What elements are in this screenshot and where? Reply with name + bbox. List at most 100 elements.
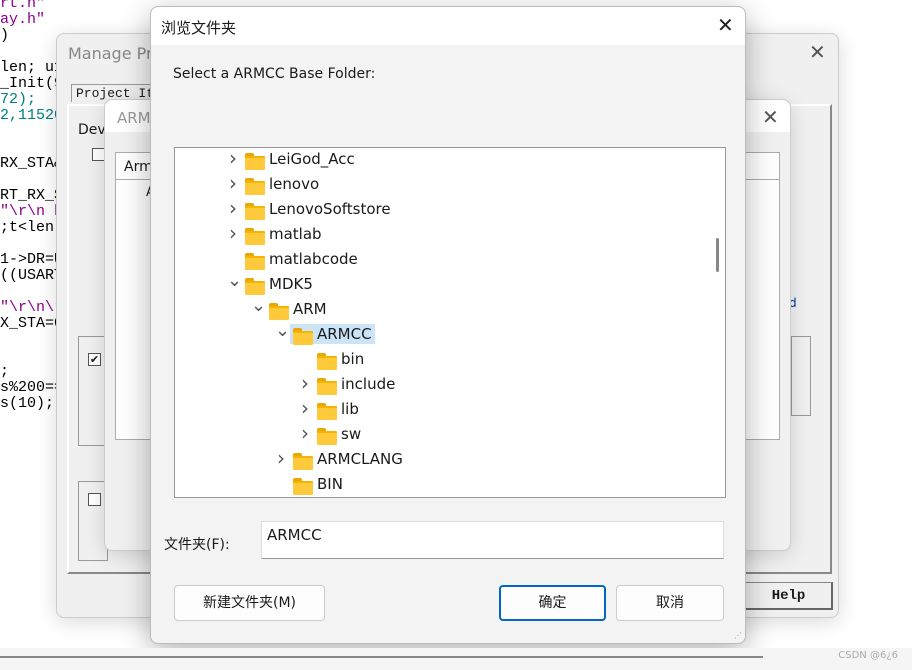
code-line: ay.h" [0, 11, 46, 28]
code-line: s%200== [0, 379, 64, 396]
code-line: s(10); [0, 395, 55, 412]
tree-item-label: lib [341, 400, 359, 418]
tree-item[interactable]: › ARMCLANG [175, 446, 705, 471]
tree-item-label: ARM [293, 300, 327, 318]
arm-window-title: ARM [117, 109, 151, 127]
tree-item[interactable]: matlabcode [175, 249, 705, 271]
tree-item[interactable]: › matlab [175, 221, 705, 246]
tree-item-label: matlab [269, 225, 322, 243]
folder-icon [293, 328, 313, 345]
scrollbar-thumb[interactable] [716, 238, 719, 272]
tree-item-label: lenovo [269, 175, 320, 193]
code-line: RX_STA& [0, 155, 64, 172]
horizontal-scrollbar[interactable] [0, 656, 763, 658]
code-line: len; u1 [0, 59, 64, 76]
watermark: CSDN @6¿6 [838, 650, 898, 661]
ok-button[interactable]: 确定 [499, 585, 606, 621]
chevron-right-icon[interactable]: › [227, 171, 239, 195]
tree-item[interactable]: bin [175, 349, 705, 371]
folder-icon [317, 428, 337, 445]
background-code-editor: rt.h" ay.h") len; u1 _Init(9 72); 2,11520 RX_S… [0, 0, 63, 412]
tree-item-label: bin [341, 350, 365, 368]
code-line: 72); [0, 91, 37, 108]
resize-grip-icon[interactable]: ⋰ [734, 631, 742, 640]
chevron-right-icon[interactable]: › [275, 446, 287, 470]
folder-icon [245, 278, 265, 295]
tree-item-label: ARMCC [317, 325, 372, 343]
tree-item-label: sw [341, 425, 362, 443]
tree-item[interactable]: › LeiGod_Acc [175, 148, 705, 171]
help-button[interactable]: Help [745, 582, 833, 610]
tree-item[interactable]: BIN [175, 474, 705, 496]
folder-tree[interactable]: › LeiGod_Acc › lenovo › LenovoSoftstore › matla… [174, 147, 726, 498]
folder-icon [293, 478, 313, 495]
tree-item-label: matlabcode [269, 250, 358, 268]
cancel-button[interactable]: 取消 [616, 585, 724, 621]
code-line: ;t<len; [0, 219, 64, 236]
folder-icon [317, 378, 337, 395]
right-group-box [791, 336, 811, 416]
checkbox-bottom[interactable] [88, 493, 101, 506]
chevron-down-icon[interactable]: ⌄ [251, 295, 266, 316]
chevron-down-icon[interactable]: ⌄ [275, 320, 290, 341]
manage-close-icon[interactable]: ✕ [809, 40, 826, 64]
folder-input[interactable]: ARMCC [261, 521, 724, 559]
folder-icon [317, 403, 337, 420]
tree-scrollbar[interactable] [711, 148, 725, 497]
tree-item[interactable]: › LenovoSoftstore [175, 196, 705, 221]
code-line: 2,11520 [0, 107, 64, 124]
code-line: _Init(9 [0, 75, 64, 92]
chevron-right-icon[interactable]: › [227, 148, 239, 170]
chevron-down-icon[interactable]: ⌄ [227, 270, 242, 291]
code-line: "\r\n h [0, 203, 64, 220]
code-line: RT_RX_S [0, 187, 64, 204]
tree-item-label: BIN [317, 475, 343, 493]
tree-item[interactable]: ⌄ ARMCC [175, 320, 705, 346]
code-line: "\r\n\r [0, 299, 64, 316]
chevron-right-icon[interactable]: › [227, 221, 239, 245]
chevron-right-icon[interactable]: › [299, 371, 311, 395]
checkbox-checked[interactable]: ✔ [88, 353, 101, 366]
folder-icon [245, 178, 265, 195]
folder-icon [245, 228, 265, 245]
tree-item-label: LenovoSoftstore [269, 200, 391, 218]
chevron-right-icon[interactable]: › [299, 421, 311, 445]
tree-item[interactable]: › sw [175, 421, 705, 446]
manage-window-title: Manage Pro [68, 44, 163, 63]
tree-item[interactable]: › lib [175, 396, 705, 421]
folder-label: 文件夹(F): [164, 537, 230, 553]
code-line: ) [0, 27, 10, 44]
tree-item[interactable]: ⌄ ARM [175, 295, 705, 321]
tree-item[interactable]: › include [175, 371, 705, 396]
tree-item-label: LeiGod_Acc [269, 150, 355, 168]
tree-item[interactable]: ⌄ MDK5 [175, 270, 705, 296]
tree-item[interactable]: › lenovo [175, 171, 705, 196]
close-icon[interactable]: ✕ [717, 13, 734, 37]
tree-item-label: include [341, 375, 396, 393]
code-line: ((USART [0, 267, 64, 284]
tree-item-label: MDK5 [269, 275, 313, 293]
folder-icon [245, 153, 265, 170]
code-line: X_STA=0 [0, 315, 64, 332]
dialog-prompt: Select a ARMCC Base Folder: [173, 66, 376, 82]
arm-close-icon[interactable]: ✕ [762, 105, 779, 129]
folder-icon [317, 353, 337, 370]
chevron-right-icon[interactable]: › [299, 396, 311, 420]
code-line: 1->DR=U [0, 251, 64, 268]
browse-folder-dialog: 浏览文件夹 ✕ Select a ARMCC Base Folder: › Lei… [150, 6, 746, 644]
chevron-right-icon[interactable]: › [227, 196, 239, 220]
folder-icon [269, 303, 289, 320]
new-folder-button[interactable]: 新建文件夹(M) [174, 585, 325, 621]
folder-icon [245, 203, 265, 220]
folder-icon [293, 453, 313, 470]
folder-icon [245, 253, 265, 270]
code-line: ; [0, 363, 10, 380]
tree-item-label: ARMCLANG [317, 450, 403, 468]
